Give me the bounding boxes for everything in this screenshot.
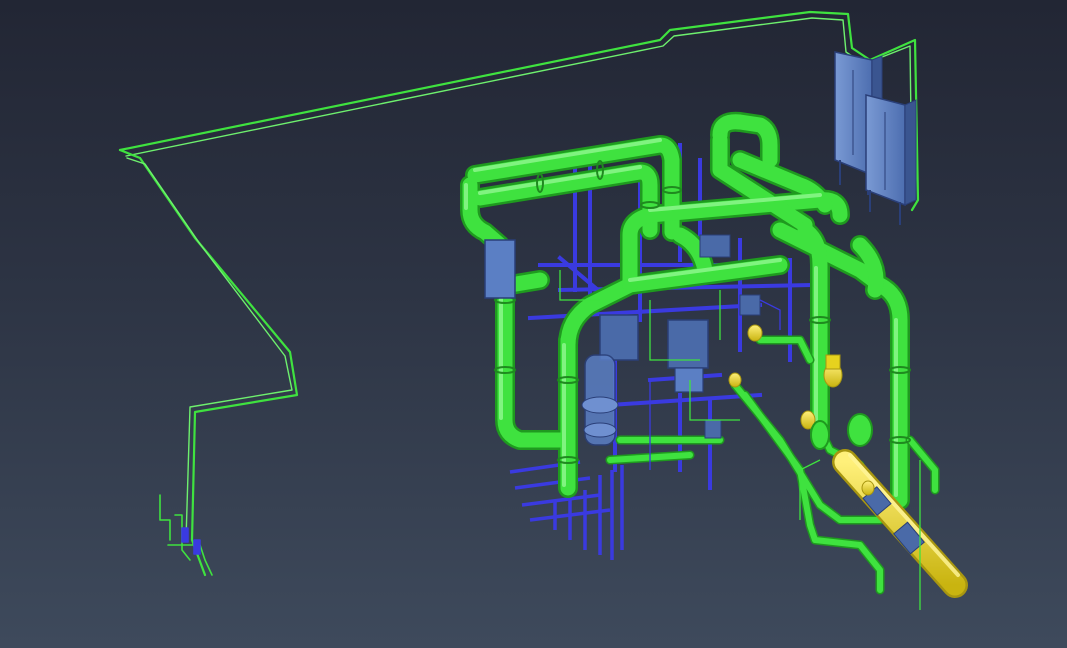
- pump-skid-left[interactable]: [581, 314, 639, 446]
- trace-drop-left-inner: [126, 157, 293, 541]
- electrical-cabinet-right[interactable]: [865, 94, 917, 225]
- piping-3d-scene[interactable]: [0, 0, 1067, 648]
- trace-fittings: [159, 494, 213, 576]
- junction-box-left[interactable]: [484, 239, 516, 299]
- trace-drop-left: [118, 148, 299, 577]
- model-viewport[interactable]: [0, 0, 1067, 648]
- pump-skid-right[interactable]: [667, 319, 709, 393]
